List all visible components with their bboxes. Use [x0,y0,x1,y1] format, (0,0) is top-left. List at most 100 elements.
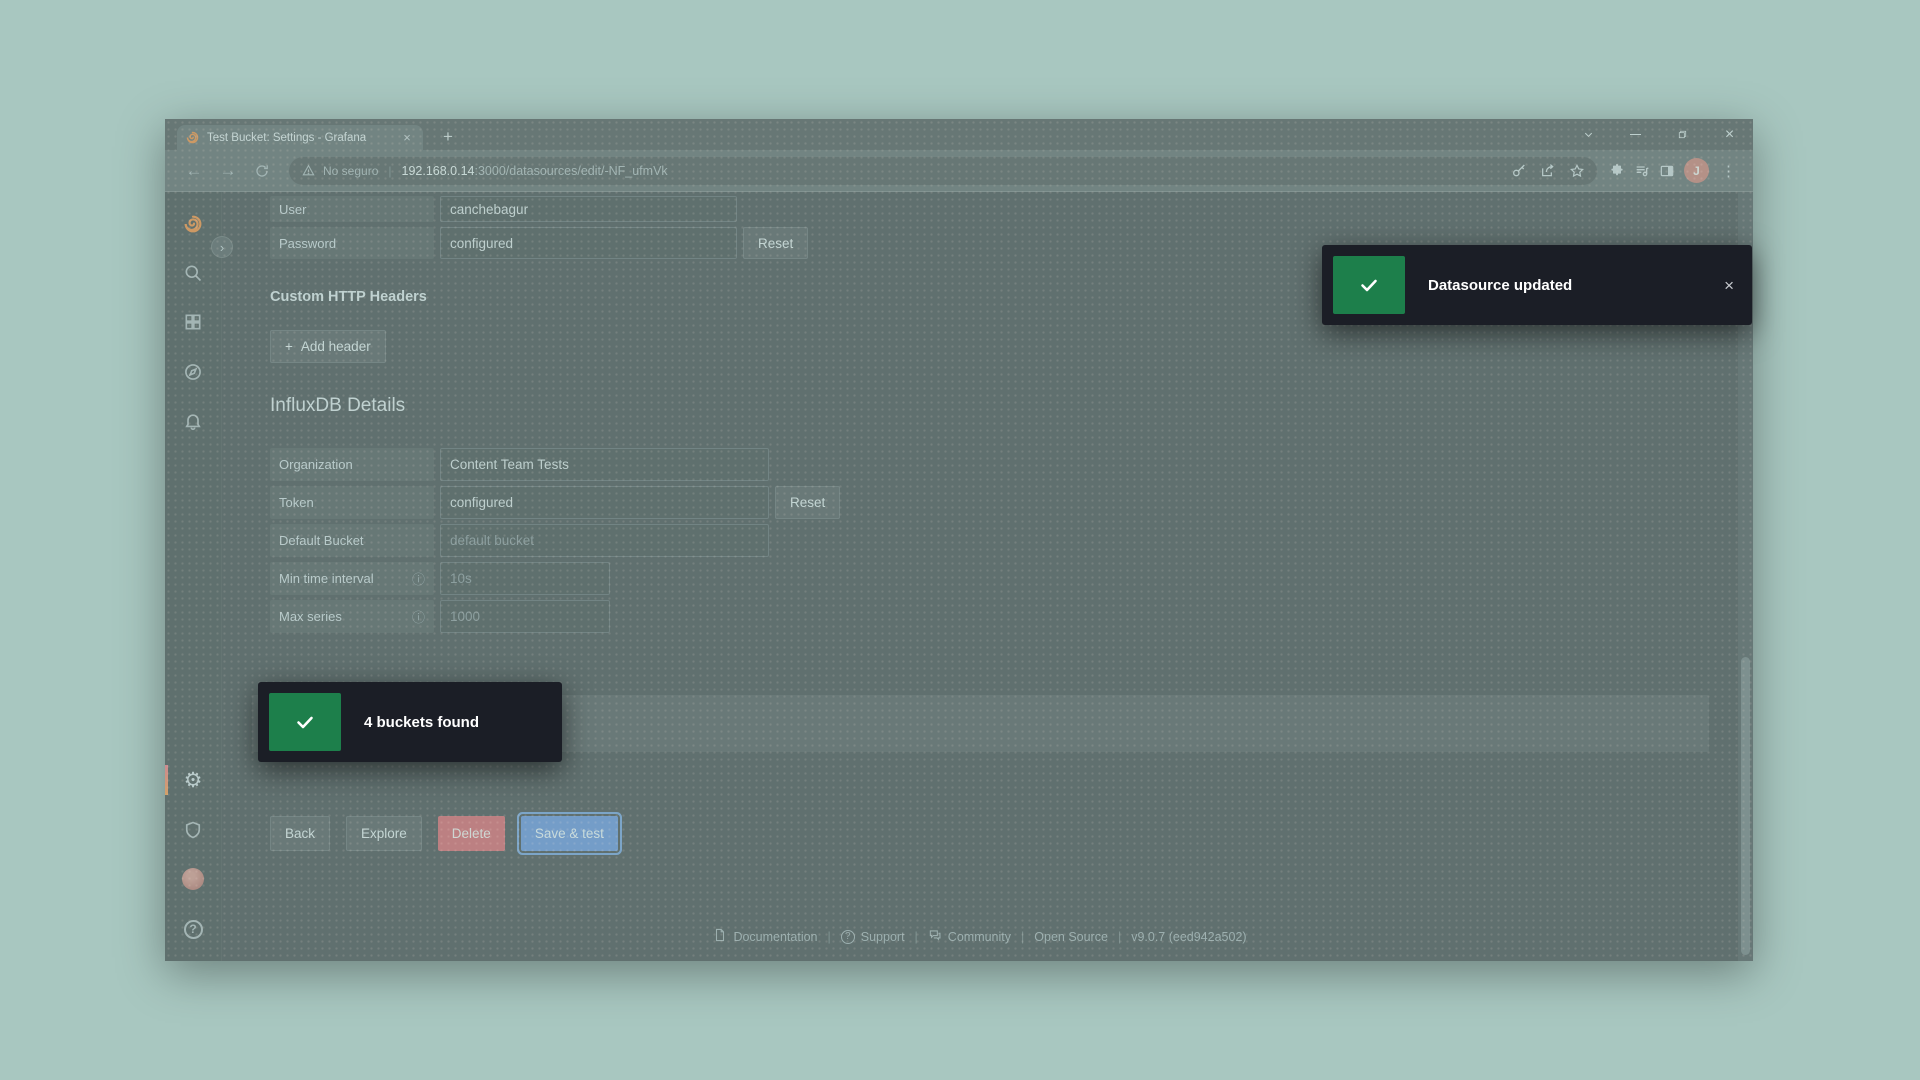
tab-title: Test Bucket: Settings - Grafana [207,132,392,144]
community-bubbles-icon [928,928,942,945]
url-host: 192.168.0.14 [402,164,475,178]
user-input[interactable]: canchebagur [440,196,737,222]
toolbar-extensions: J ⋮ [1609,158,1739,183]
browser-profile-avatar[interactable]: J [1684,158,1709,183]
sidebar-item-configuration[interactable]: ⚙ [182,769,204,791]
max-series-label-text: Max series [279,609,342,624]
window-close-button[interactable]: × [1706,119,1753,150]
question-circle-icon: ? [841,930,855,944]
grafana-logo-icon[interactable] [182,213,204,235]
password-reset-button[interactable]: Reset [743,227,808,259]
password-input[interactable]: configured [440,227,737,259]
forward-icon[interactable]: → [213,156,243,186]
gear-icon: ⚙ [184,770,203,791]
new-tab-button[interactable]: + [437,126,459,148]
address-separator: | [386,164,393,178]
bookmark-star-icon[interactable] [1569,163,1585,179]
footer-documentation-link[interactable]: Documentation [713,928,817,945]
back-button[interactable]: Back [270,816,330,851]
page-actions [1511,163,1585,179]
influxdb-details-title: InfluxDB Details [270,395,405,417]
browser-toolbar: ← → No seguro | 192.168.0.14:3000/dataso… [165,150,1753,192]
sidebar-item-explore[interactable] [182,361,204,383]
refresh-icon[interactable] [247,156,277,186]
grafana-favicon-icon [185,130,200,145]
token-field-label: Token [270,486,434,519]
document-icon [713,928,727,945]
success-check-icon [269,693,341,751]
footer-community-label: Community [948,930,1011,944]
footer-open-source-label: Open Source [1034,930,1108,944]
delete-button[interactable]: Delete [438,816,505,851]
avatar [182,868,204,890]
token-input[interactable]: configured [440,486,769,519]
min-time-interval-field-label: Min time interval ⓘ [270,562,434,595]
user-field-label: User [270,196,434,222]
footer-version-label: v9.0.7 (eed942a502) [1131,930,1246,944]
explore-button[interactable]: Explore [346,816,422,851]
max-series-input[interactable]: 1000 [440,600,610,633]
toast-datasource-updated: Datasource updated × [1322,245,1752,325]
sidebar-item-help[interactable]: ? [182,918,204,940]
password-key-icon[interactable] [1511,163,1527,179]
organization-field-label: Organization [270,448,434,481]
browser-window: Test Bucket: Settings - Grafana × + × ← … [165,119,1753,961]
toast-message: 4 buckets found [364,714,562,731]
not-secure-label[interactable]: No seguro [323,164,378,178]
min-time-interval-input[interactable]: 10s [440,562,610,595]
info-icon[interactable]: ⓘ [412,607,425,626]
sidebar-item-server-admin[interactable] [182,819,204,841]
default-bucket-input[interactable]: default bucket [440,524,769,557]
footer-documentation-label: Documentation [733,930,817,944]
sidebar-item-dashboards[interactable] [182,311,204,333]
back-icon[interactable]: ← [179,156,209,186]
token-reset-button[interactable]: Reset [775,486,840,519]
success-check-icon [1333,256,1405,314]
url-text[interactable]: 192.168.0.14:3000/datasources/edit/-NF_u… [402,164,1504,178]
footer-separator: | [1118,930,1121,944]
tab-close-icon[interactable]: × [399,130,415,146]
browser-tabbar: Test Bucket: Settings - Grafana × + × [165,119,1753,150]
add-header-button[interactable]: + Add header [270,330,386,363]
max-series-field-label: Max series ⓘ [270,600,434,633]
window-minimize-button[interactable] [1612,119,1659,150]
browser-tab[interactable]: Test Bucket: Settings - Grafana × [177,125,423,150]
scrollbar-thumb[interactable] [1741,657,1750,955]
custom-headers-title: Custom HTTP Headers [270,289,427,305]
grafana-sidebar: › ⚙ ? [165,192,222,961]
default-bucket-field-label: Default Bucket [270,524,434,557]
share-icon[interactable] [1540,163,1556,179]
footer-support-link[interactable]: ? Support [841,930,905,944]
save-and-test-button[interactable]: Save & test [521,816,618,851]
side-panel-icon[interactable] [1659,163,1675,179]
sidebar-user-avatar[interactable] [182,868,204,890]
footer-open-source-link[interactable]: Open Source [1034,930,1108,944]
footer-community-link[interactable]: Community [928,928,1011,945]
window-controls: × [1565,119,1753,150]
window-restore-button[interactable] [1659,119,1706,150]
add-header-label: Add header [301,339,371,354]
playlist-extension-icon[interactable] [1634,163,1650,179]
organization-input[interactable]: Content Team Tests [440,448,769,481]
window-menu-chevron-icon[interactable] [1565,119,1612,150]
min-time-interval-label-text: Min time interval [279,571,374,586]
sidebar-active-indicator [165,765,168,795]
footer-support-label: Support [861,930,905,944]
sidebar-item-search[interactable] [182,262,204,284]
toast-message: Datasource updated [1428,277,1724,294]
footer-separator: | [915,930,918,944]
form-actions: Back Explore Delete Save & test [270,816,618,851]
browser-menu-kebab-icon[interactable]: ⋮ [1718,162,1739,180]
toast-close-icon[interactable]: × [1724,277,1734,294]
help-icon: ? [184,920,203,939]
password-field-label: Password [270,227,434,259]
footer-separator: | [1021,930,1024,944]
info-icon[interactable]: ⓘ [412,569,425,588]
address-bar[interactable]: No seguro | 192.168.0.14:3000/datasource… [289,157,1597,185]
extensions-puzzle-icon[interactable] [1609,163,1625,179]
sidebar-item-alerting[interactable] [182,410,204,432]
url-path: :3000/datasources/edit/-NF_ufmVk [475,164,668,178]
plus-icon: + [285,339,293,354]
sidebar-expand-chevron[interactable]: › [211,236,233,258]
grafana-footer: Documentation | ? Support | Community | … [222,928,1738,945]
